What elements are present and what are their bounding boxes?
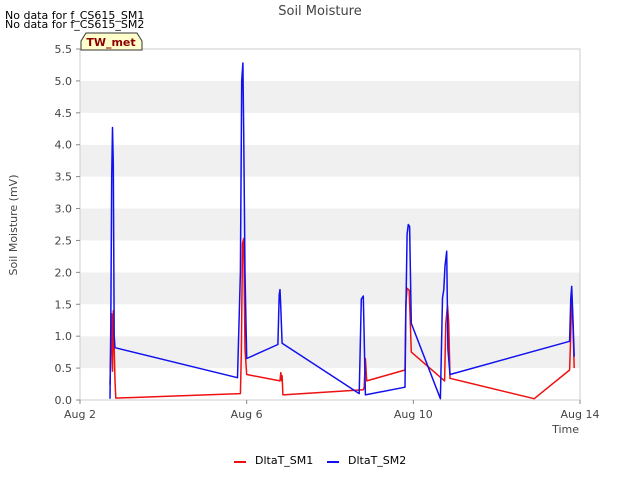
y-tick-label: 1.5 [55,298,73,311]
chart-title: Soil Moisture [278,4,362,19]
site-badge-label: TW_met [86,36,135,49]
y-tick-label: 3.5 [55,171,73,184]
grid-band [80,336,580,369]
x-axis: Aug 2 Aug 6 Aug 10 Aug 14 [64,400,599,421]
site-badge: TW_met [80,32,143,51]
x-tick-label: Aug 14 [561,408,600,421]
grid-band [80,49,580,81]
legend: DltaT_SM1 DltaT_SM2 [234,454,406,467]
y-tick-label: 5.5 [55,43,73,56]
chart-canvas: 0.0 0.5 1.0 1.5 2.0 2.5 3.0 3.5 4.0 4.5 5.0 5.5 Aug… [5,4,599,467]
soil-moisture-chart: 0.0 0.5 1.0 1.5 2.0 2.5 3.0 3.5 4.0 4.5 5.0 5.5 Aug… [0,0,640,480]
grid-band [80,304,580,337]
grid-band [80,176,580,209]
grid-bands [80,49,580,400]
x-tick-label: Aug 10 [394,408,433,421]
grid-band [80,240,580,273]
x-tick-label: Aug 2 [64,408,96,421]
y-tick-label: 2.5 [55,234,73,247]
y-tick-label: 3.0 [55,203,73,216]
y-tick-label: 0.5 [55,362,73,375]
x-tick-label: Aug 6 [231,408,263,421]
y-tick-label: 2.0 [55,266,73,279]
grid-band [80,144,580,177]
y-tick-label: 4.5 [55,107,73,120]
legend-label-sm2: DltaT_SM2 [348,454,406,467]
y-tick-label: 0.0 [55,394,73,407]
grid-band [80,208,580,241]
x-axis-label: Time [551,423,579,436]
y-axis-label: Soil Moisture (mV) [7,175,20,276]
grid-band [80,272,580,305]
legend-label-sm1: DltaT_SM1 [255,454,313,467]
y-axis: 0.0 0.5 1.0 1.5 2.0 2.5 3.0 3.5 4.0 4.5 5.0 5.5 [55,43,80,407]
grid-band [80,80,580,113]
y-tick-label: 4.0 [55,139,73,152]
grid-band [80,368,580,400]
y-tick-label: 1.0 [55,330,73,343]
grid-band [80,112,580,145]
no-data-note-sm2: No data for f_CS615_SM2 [5,18,144,31]
y-tick-label: 5.0 [55,75,73,88]
